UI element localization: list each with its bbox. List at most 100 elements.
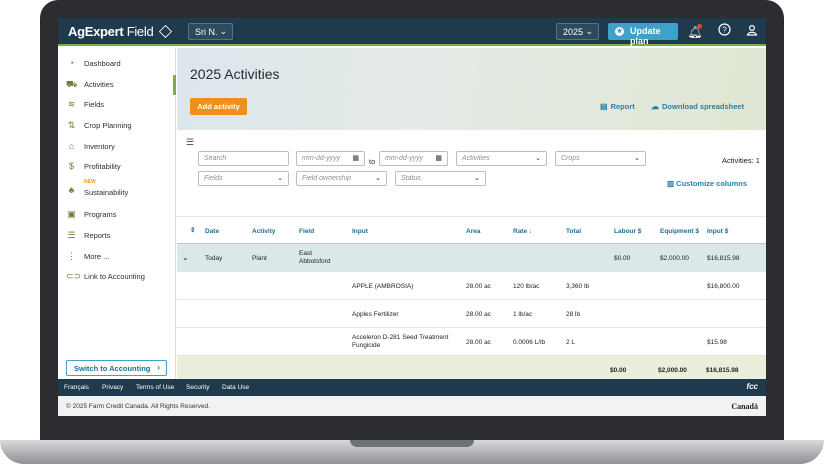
tractor-icon: ⛟ xyxy=(66,79,78,89)
sidebar-item-crop-planning[interactable]: ⇅ Crop Planning xyxy=(58,116,176,136)
sidebar-item-label: Inventory xyxy=(84,142,115,151)
fields-placeholder: Fields xyxy=(204,175,223,182)
notification-dot xyxy=(697,24,702,29)
svg-text:?: ? xyxy=(722,25,727,34)
sidebar-item-programs[interactable]: ▣ Programs xyxy=(58,205,176,225)
search-input[interactable]: Search xyxy=(198,151,289,166)
sidebar-item-dashboard[interactable]: ◔ Dashboard xyxy=(58,54,176,74)
update-plan-label: Update plan xyxy=(630,26,661,46)
sidebar-item-label: Crop Planning xyxy=(84,121,132,130)
crops-select[interactable]: Crops ⌄ xyxy=(555,151,646,166)
cell-input: Acceleron D-281 Seed Treatment Fungicide xyxy=(352,334,449,349)
expand-all-icon[interactable]: ⇕ xyxy=(190,226,195,234)
sidebar-item-label: Reports xyxy=(84,231,111,240)
more-icon: ⋮ xyxy=(67,251,76,261)
chevron-down-icon: ⌄ xyxy=(375,175,381,182)
status-select[interactable]: Status ⌄ xyxy=(395,171,486,186)
user-icon[interactable] xyxy=(743,23,761,41)
crop-planning-icon: ⇅ xyxy=(67,120,76,130)
column-header-total[interactable]: Total xyxy=(566,228,581,235)
cell-field: East Abbotsford xyxy=(299,250,331,265)
column-header-input[interactable]: Input xyxy=(352,228,368,235)
activities-select[interactable]: Activities ⌄ xyxy=(456,151,547,166)
dashboard-icon: ◔ xyxy=(68,58,75,68)
cube-icon xyxy=(158,24,172,39)
sidebar-item-label: Fields xyxy=(84,100,105,109)
chevron-down-icon: ⌄ xyxy=(634,155,640,162)
report-label: Report xyxy=(610,102,635,111)
document-icon: ▤ xyxy=(600,102,608,111)
chevron-down-icon: ⌄ xyxy=(474,175,480,182)
sidebar-item-more[interactable]: ⋮ More ... xyxy=(58,247,176,267)
filter-icon[interactable]: ☰ xyxy=(186,137,194,148)
sidebar-item-profitability[interactable]: $ Profitability xyxy=(58,157,176,177)
footer-link-data-use[interactable]: Data Use xyxy=(222,384,249,391)
sidebar-item-label: Profitability xyxy=(84,162,121,171)
download-spreadsheet-link[interactable]: ☁ Download spreadsheet xyxy=(651,102,744,111)
fields-icon: ≋ xyxy=(67,99,76,109)
field-ownership-select[interactable]: Field ownership ⌄ xyxy=(296,171,387,186)
fcc-logo: fcc xyxy=(746,382,758,391)
sidebar-item-fields[interactable]: ≋ Fields xyxy=(58,95,176,115)
chevron-down-icon[interactable]: ⌄ xyxy=(182,253,189,262)
sidebar-item-label: Dashboard xyxy=(84,59,121,68)
cell-input-cost: $16,800.00 xyxy=(707,283,740,290)
column-header-area[interactable]: Area xyxy=(466,228,480,235)
sprout-icon: ♣ xyxy=(68,185,75,195)
switch-to-accounting-button[interactable]: Switch to Accounting › xyxy=(66,360,167,376)
cloud-download-icon: ☁ xyxy=(651,102,659,111)
sidebar-item-label: Programs xyxy=(84,210,117,219)
logo-field-text: Field xyxy=(126,24,154,39)
app-screen: AgExpert Field Sri N. ⌄ 2025 ⌄ ★ Update … xyxy=(58,18,766,416)
customize-columns-link[interactable]: ▥ Customize columns xyxy=(667,179,747,188)
table-row[interactable]: Apples Fertilizer 28.00 ac 1 lb/ac 28 lb xyxy=(177,300,766,328)
page-title: 2025 Activities xyxy=(190,66,280,82)
column-header-activity[interactable]: Activity xyxy=(252,228,275,235)
help-icon[interactable]: ? xyxy=(715,23,733,41)
cell-date: Today xyxy=(205,255,223,262)
table-row-group[interactable]: ⌄ Today Plant East Abbotsford $0.00 $2,0… xyxy=(177,244,766,272)
year-select[interactable]: 2025 ⌄ xyxy=(556,23,599,40)
report-link[interactable]: ▤ Report xyxy=(600,102,635,111)
footer-links-bar: Français Privacy Terms of Use Security D… xyxy=(58,379,766,396)
sidebar-item-inventory[interactable]: ⌂ Inventory xyxy=(58,137,176,157)
bell-icon[interactable]: 🔔︎ xyxy=(686,23,704,41)
sort-down-icon: ↓ xyxy=(527,228,533,235)
cell-input: Apples Fertilizer xyxy=(352,311,399,318)
customize-label: Customize columns xyxy=(676,179,748,188)
footer-link-privacy[interactable]: Privacy xyxy=(102,384,123,391)
sidebar-item-reports[interactable]: ☰ Reports xyxy=(58,226,176,246)
sidebar: ◔ Dashboard ⛟ Activities ≋ Fields ⇅ Crop… xyxy=(58,48,176,379)
column-header-equipment[interactable]: Equipment $ xyxy=(660,228,699,235)
table-row[interactable]: APPLE (AMBROSIA) 28.00 ac 120 lb/ac 3,36… xyxy=(177,272,766,300)
user-select[interactable]: Sri N. ⌄ xyxy=(188,23,233,40)
sidebar-item-link-to-accounting[interactable]: ⊂⊃ Link to Accounting xyxy=(58,267,176,287)
date-to-input[interactable]: mm-dd-yyyy ▦ xyxy=(379,151,448,166)
total-equipment: $2,000.00 xyxy=(658,367,687,374)
sidebar-item-label: Link to Accounting xyxy=(84,272,145,281)
column-header-date[interactable]: Date xyxy=(205,228,219,235)
calendar-icon: ▦ xyxy=(435,155,442,162)
footer-link-security[interactable]: Security xyxy=(186,384,209,391)
column-header-rate[interactable]: Rate ↓ xyxy=(513,228,532,235)
update-plan-button[interactable]: ★ Update plan xyxy=(608,23,678,46)
footer-link-francais[interactable]: Français xyxy=(64,384,89,391)
footer-link-terms[interactable]: Terms of Use xyxy=(136,384,174,391)
canada-wordmark: Canadä xyxy=(731,402,758,411)
cell-area: 28.00 ac xyxy=(466,283,491,290)
column-header-input-cost[interactable]: Input $ xyxy=(707,228,728,235)
date-from-input[interactable]: mm-dd-yyyy ▦ xyxy=(296,151,365,166)
column-header-field[interactable]: Field xyxy=(299,228,314,235)
fields-select[interactable]: Fields ⌄ xyxy=(198,171,289,186)
column-header-labour[interactable]: Labour $ xyxy=(614,228,641,235)
chevron-right-icon: › xyxy=(157,363,160,372)
sidebar-item-sustainability[interactable]: ♣ NEW Sustainability xyxy=(58,178,176,202)
add-activity-button[interactable]: Add activity xyxy=(190,98,247,115)
search-placeholder: Search xyxy=(204,155,227,162)
field-ownership-placeholder: Field ownership xyxy=(302,175,352,182)
sidebar-item-activities[interactable]: ⛟ Activities xyxy=(58,75,176,95)
table-row[interactable]: Acceleron D-281 Seed Treatment Fungicide… xyxy=(177,328,766,356)
new-badge: NEW xyxy=(84,179,96,185)
year-value: 2025 xyxy=(563,27,584,37)
app-logo[interactable]: AgExpert Field xyxy=(68,24,172,39)
